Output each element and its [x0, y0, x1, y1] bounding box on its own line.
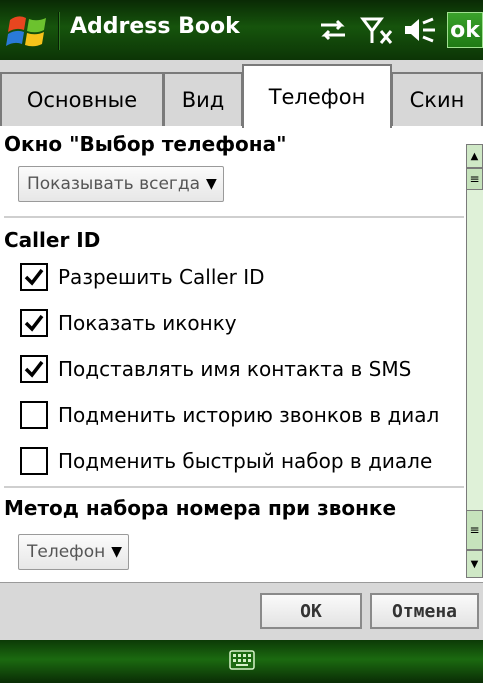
- signal-no-service-icon[interactable]: [359, 13, 395, 47]
- ok-button[interactable]: OK: [260, 593, 362, 629]
- sms-contact-name-option[interactable]: Подставлять имя контакта в SMS: [20, 352, 411, 386]
- replace-speed-dial-checkbox[interactable]: [20, 447, 48, 475]
- replace-call-history-label: Подменить историю звонков в диал: [58, 403, 440, 427]
- app-title: Address Book: [70, 14, 240, 39]
- sms-contact-name-checkbox[interactable]: [20, 355, 48, 383]
- scroll-down-button[interactable]: ▼: [466, 550, 483, 578]
- sms-contact-name-label: Подставлять имя контакта в SMS: [58, 357, 412, 381]
- keyboard-icon[interactable]: [229, 650, 255, 670]
- tab-general[interactable]: Основные: [0, 72, 164, 126]
- phone-picker-value: Показывать всегда: [27, 174, 201, 194]
- caller-id-enable-option[interactable]: Разрешить Caller ID: [20, 260, 265, 294]
- show-icon-option[interactable]: Показать иконку: [20, 306, 237, 340]
- settings-panel: Окно "Выбор телефона" Показывать всегда …: [0, 126, 466, 582]
- speaker-muted-icon[interactable]: [403, 13, 439, 47]
- show-icon-label: Показать иконку: [58, 311, 237, 335]
- scroll-thumb[interactable]: ≡: [466, 510, 483, 550]
- phone-picker-dropdown[interactable]: Показывать всегда ▼: [18, 166, 224, 202]
- phone-picker-title: Окно "Выбор телефона": [4, 132, 287, 156]
- dial-method-value: Телефон: [27, 542, 106, 562]
- tab-view[interactable]: Вид: [163, 72, 243, 126]
- cancel-button[interactable]: Отмена: [370, 593, 479, 629]
- title-bar: Address Book ok: [0, 0, 483, 60]
- dial-method-title: Метод набора номера при звонке: [4, 496, 397, 520]
- checkmark-icon: [24, 360, 44, 378]
- checkmark-icon: [24, 314, 44, 332]
- show-icon-checkbox[interactable]: [20, 309, 48, 337]
- tab-skin[interactable]: Скин: [391, 72, 483, 126]
- title-ok-button[interactable]: ok: [447, 12, 483, 48]
- scroll-thumb-top[interactable]: ≡: [466, 168, 483, 190]
- caller-id-enable-checkbox[interactable]: [20, 263, 48, 291]
- replace-call-history-checkbox[interactable]: [20, 401, 48, 429]
- section-divider: [4, 216, 464, 218]
- replace-call-history-option[interactable]: Подменить историю звонков в диал: [20, 398, 439, 432]
- caller-id-enable-label: Разрешить Caller ID: [58, 265, 265, 289]
- windows-start-icon[interactable]: [4, 10, 52, 54]
- replace-speed-dial-option[interactable]: Подменить быстрый набор в диале: [20, 444, 432, 478]
- connectivity-arrows-icon[interactable]: [315, 13, 351, 47]
- title-separator: [58, 12, 60, 50]
- chevron-down-icon: ▼: [111, 544, 122, 560]
- tab-phone[interactable]: Телефон: [242, 64, 392, 130]
- chevron-down-icon: ▼: [206, 176, 217, 192]
- status-icons: ok: [315, 10, 483, 50]
- scroll-up-button[interactable]: ▲: [466, 144, 483, 168]
- caller-id-title: Caller ID: [4, 228, 101, 252]
- checkmark-icon: [24, 268, 44, 286]
- section-divider: [4, 486, 464, 488]
- dial-method-dropdown[interactable]: Телефон ▼: [18, 534, 129, 570]
- replace-speed-dial-label: Подменить быстрый набор в диале: [58, 449, 433, 473]
